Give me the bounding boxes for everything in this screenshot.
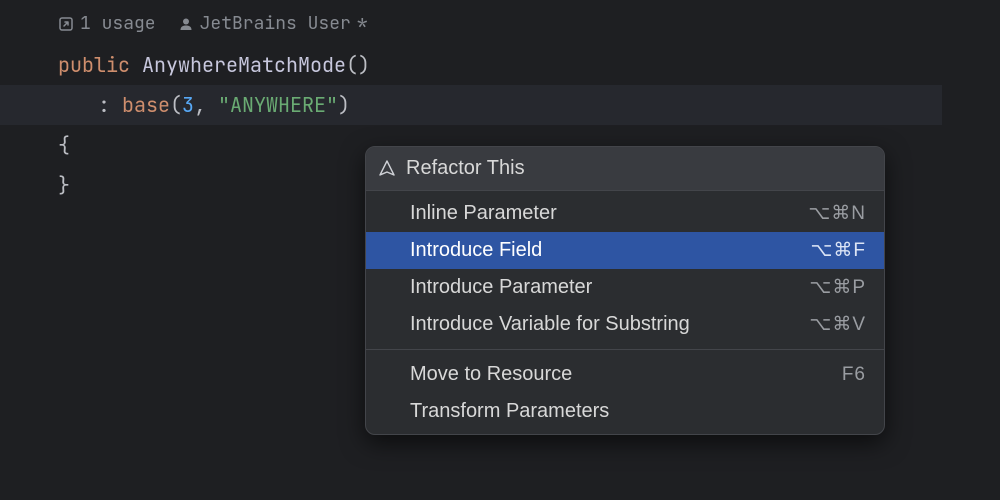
author-name[interactable]: JetBrains User xyxy=(200,12,351,35)
menu-item[interactable]: Introduce Field ⌥⌘F xyxy=(366,232,884,269)
code-line-1: public AnywhereMatchMode() xyxy=(58,45,1000,85)
menu-item-shortcut: F6 xyxy=(842,364,866,386)
menu-item-shortcut: ⌥⌘N xyxy=(808,202,866,225)
menu-item-shortcut: ⌥⌘P xyxy=(809,276,866,299)
refactor-popup: Refactor This Inline Parameter ⌥⌘N Introdu… xyxy=(365,146,885,435)
refactor-menu: Inline Parameter⌥⌘NIntroduce Field⌥⌘FInt… xyxy=(366,191,884,434)
menu-item-shortcut: ⌥⌘F xyxy=(810,239,866,262)
code-line-2: : base(3, "ANYWHERE") xyxy=(0,85,942,125)
menu-item-label: Introduce Field xyxy=(410,239,542,262)
dirty-marker: * xyxy=(357,12,368,35)
menu-item[interactable]: Introduce Parameter ⌥⌘P xyxy=(366,269,884,306)
menu-item-label: Transform Parameters xyxy=(410,400,609,423)
usage-count[interactable]: 1 usage xyxy=(80,12,156,35)
refactor-popup-title: Refactor This xyxy=(406,157,525,180)
menu-item[interactable]: Move to Resource F6 xyxy=(366,356,884,393)
refactor-icon xyxy=(378,160,396,178)
user-icon xyxy=(178,16,194,32)
usage-icon xyxy=(58,16,74,32)
menu-item[interactable]: Inline Parameter ⌥⌘N xyxy=(366,195,884,232)
menu-item-shortcut: ⌥⌘V xyxy=(809,313,866,336)
menu-item-label: Move to Resource xyxy=(410,363,572,386)
menu-separator xyxy=(366,349,884,350)
refactor-popup-header: Refactor This xyxy=(366,147,884,191)
code-meta: 1 usage JetBrains User * xyxy=(0,0,1000,35)
menu-item[interactable]: Introduce Variable for Substring ⌥⌘V xyxy=(366,306,884,343)
menu-item[interactable]: Transform Parameters xyxy=(366,393,884,430)
menu-item-label: Introduce Parameter xyxy=(410,276,592,299)
menu-item-label: Introduce Variable for Substring xyxy=(410,313,690,336)
menu-item-label: Inline Parameter xyxy=(410,202,557,225)
